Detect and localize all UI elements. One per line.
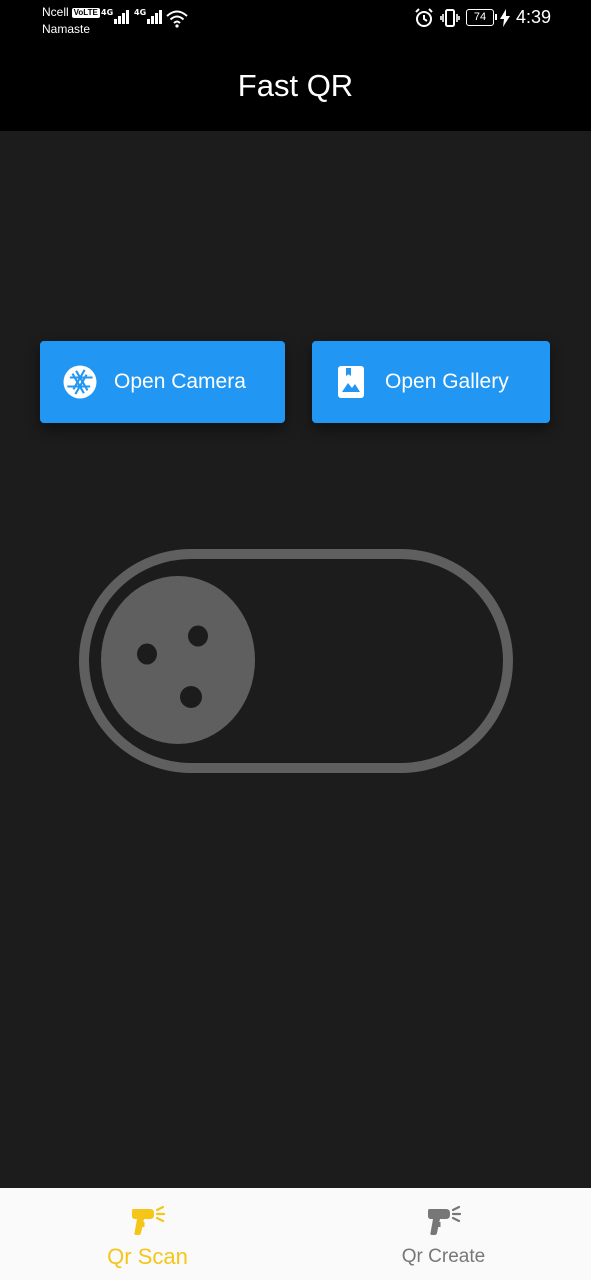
app-title: Fast QR: [237, 67, 354, 103]
battery-icon: 74: [465, 9, 497, 26]
tab-qr-scan-label: Qr Scan: [107, 1244, 188, 1269]
bottom-navigation: Qr Scan Qr Create: [0, 1188, 591, 1280]
wifi-icon: [166, 10, 188, 28]
tab-qr-create[interactable]: Qr Create: [296, 1188, 591, 1280]
clock: 4:39: [515, 7, 551, 27]
open-gallery-label: Open Gallery: [385, 370, 509, 393]
charging-icon: [499, 8, 510, 27]
tab-qr-scan[interactable]: Qr Scan: [0, 1188, 295, 1280]
alarm-icon: [415, 7, 433, 27]
open-gallery-button[interactable]: Open Gallery: [312, 341, 550, 423]
qr-scanner-icon: [130, 1205, 166, 1242]
app-bar: Fast QR: [0, 40, 591, 131]
status-right: 74 4:39: [414, 7, 551, 28]
camera-shutter-icon: [62, 364, 98, 400]
qr-scanner-icon: [426, 1205, 462, 1242]
tab-qr-create-label: Qr Create: [401, 1246, 486, 1267]
toggle-illustration-icon: [79, 549, 513, 773]
volte-badge: VoLTE: [71, 7, 100, 18]
vibrate-icon: [440, 8, 460, 27]
battery-level: 74: [473, 11, 487, 23]
open-camera-button[interactable]: Open Camera: [40, 341, 285, 423]
carrier-info: Ncell VoLTE Namaste: [42, 4, 100, 38]
photo-album-icon: [337, 365, 365, 399]
network-name: Namaste: [42, 22, 91, 36]
open-camera-label: Open Camera: [114, 370, 246, 393]
sim1-signal-icon: 4G: [101, 8, 129, 24]
carrier-name: Ncell: [42, 5, 69, 19]
status-bar: Ncell VoLTE Namaste 4G 4G 74 4:39: [0, 0, 591, 40]
sim2-signal-icon: 4G: [134, 8, 162, 24]
